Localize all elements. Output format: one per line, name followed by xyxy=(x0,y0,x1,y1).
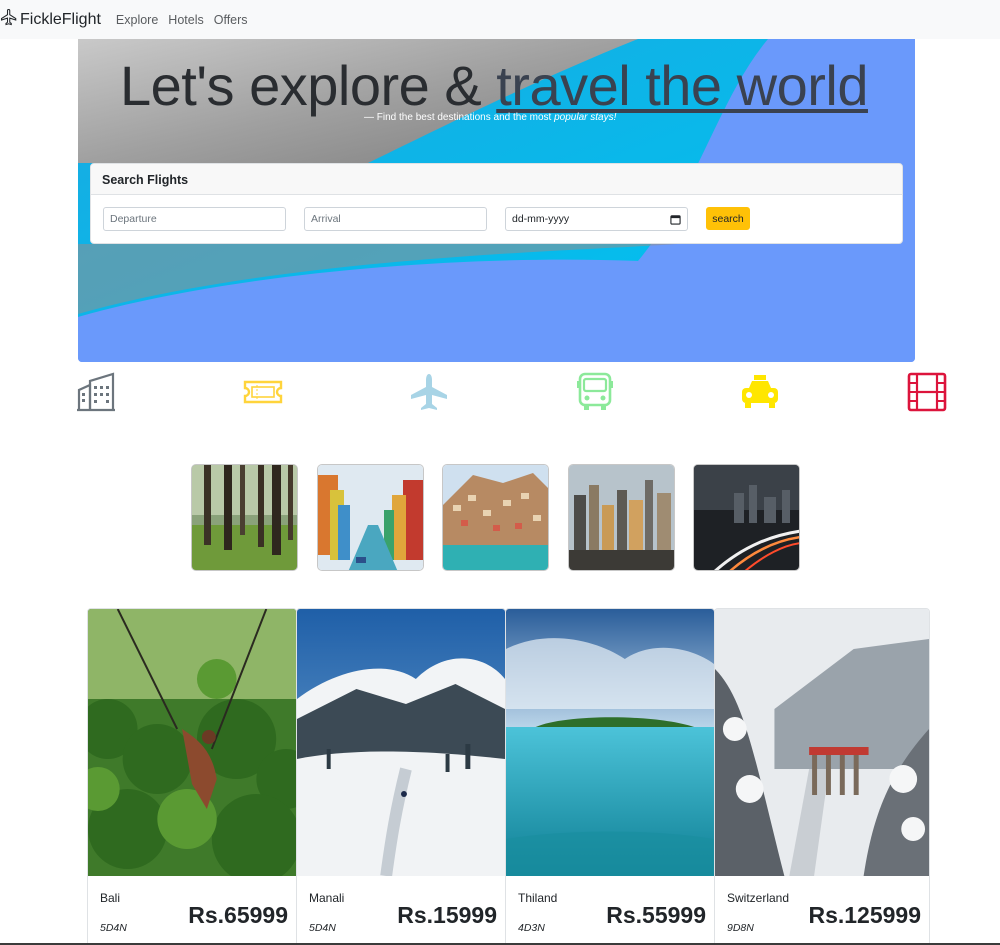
brand-name: FickleFlight xyxy=(20,10,101,28)
search-button[interactable]: search xyxy=(706,207,750,230)
destination-price: Rs.15999 xyxy=(397,902,497,928)
nav-link-hotels[interactable]: Hotels xyxy=(168,13,203,27)
arrival-field[interactable] xyxy=(304,207,487,231)
hero-subtitle: — Find the best destinations and the mos… xyxy=(364,112,616,123)
nav-link-offers[interactable]: Offers xyxy=(214,13,248,27)
destination-name: Switzerland xyxy=(727,891,790,905)
brand-link[interactable]: FickleFlight xyxy=(0,8,101,31)
nav-links: Explore Hotels Offers xyxy=(116,13,248,27)
date-field[interactable]: dd-mm-yyyy xyxy=(505,207,688,231)
app-root: { "navbar": { "brand": "FickleFlight", "… xyxy=(0,0,1000,945)
destination-photo xyxy=(88,609,296,876)
destination-name: Bali xyxy=(100,891,121,905)
ticket-icon[interactable] xyxy=(243,372,283,412)
destination-name: Manali xyxy=(309,891,345,905)
destination-card-body: Manali 5D4N Rs.15999 xyxy=(297,876,505,944)
destination-duration: 5D4N xyxy=(309,922,336,934)
taxi-icon[interactable] xyxy=(740,372,780,412)
gallery-thumb-canal[interactable] xyxy=(317,464,424,571)
arrival-input[interactable] xyxy=(311,213,480,225)
hero-title: Let's explore & travel the world xyxy=(120,53,868,118)
destination-price: Rs.65999 xyxy=(188,902,288,928)
destination-price: Rs.125999 xyxy=(808,902,921,928)
search-flights-card: Search Flights dd-mm-yyyy search xyxy=(90,163,903,244)
departure-input[interactable] xyxy=(110,213,279,225)
building-icon[interactable] xyxy=(76,372,116,412)
destination-duration: 9D8N xyxy=(727,922,754,934)
gallery-thumb-forest[interactable] xyxy=(191,464,298,571)
calendar-icon[interactable] xyxy=(670,214,681,225)
nav-link-explore[interactable]: Explore xyxy=(116,13,158,27)
search-card-header: Search Flights xyxy=(91,164,902,195)
hero-subtitle-emphasis: popular stays! xyxy=(554,112,617,123)
film-icon[interactable] xyxy=(907,372,947,412)
hero-banner: Let's explore & travel the world — Find … xyxy=(78,39,915,362)
destination-card-body: Thiland 4D3N Rs.55999 xyxy=(506,876,714,944)
search-form: dd-mm-yyyy search xyxy=(91,195,902,244)
gallery-thumb-skyline[interactable] xyxy=(568,464,675,571)
airplane-icon xyxy=(0,8,18,31)
hero-title-part1: Let's explore & xyxy=(120,54,497,117)
bus-icon[interactable] xyxy=(575,372,615,412)
destination-card-bali[interactable]: Bali 5D4N Rs.65999 xyxy=(87,608,297,945)
destination-card-body: Bali 5D4N Rs.65999 xyxy=(88,876,296,944)
departure-field[interactable] xyxy=(103,207,286,231)
destination-price: Rs.55999 xyxy=(606,902,706,928)
destination-duration: 5D4N xyxy=(100,922,127,934)
destination-duration: 4D3N xyxy=(518,922,545,934)
hero-subtitle-text: — Find the best destinations and the mos… xyxy=(364,112,555,123)
gallery-thumb-night-highway[interactable] xyxy=(693,464,800,571)
destination-photo xyxy=(715,609,929,876)
destination-name: Thiland xyxy=(518,891,558,905)
gallery-thumb-coastal-town[interactable] xyxy=(442,464,549,571)
hero-title-part2: travel the world xyxy=(496,54,868,117)
destination-photo xyxy=(506,609,714,876)
destination-card-switzerland[interactable]: Switzerland 9D8N Rs.125999 xyxy=(714,608,930,945)
destination-card-body: Switzerland 9D8N Rs.125999 xyxy=(715,876,929,944)
navbar: FickleFlight Explore Hotels Offers xyxy=(0,0,1000,39)
destination-card-manali[interactable]: Manali 5D4N Rs.15999 xyxy=(296,608,506,945)
date-input-value: dd-mm-yyyy xyxy=(512,213,570,225)
plane-icon[interactable] xyxy=(409,372,449,412)
destination-card-thiland[interactable]: Thiland 4D3N Rs.55999 xyxy=(505,608,715,945)
destination-photo xyxy=(297,609,505,876)
